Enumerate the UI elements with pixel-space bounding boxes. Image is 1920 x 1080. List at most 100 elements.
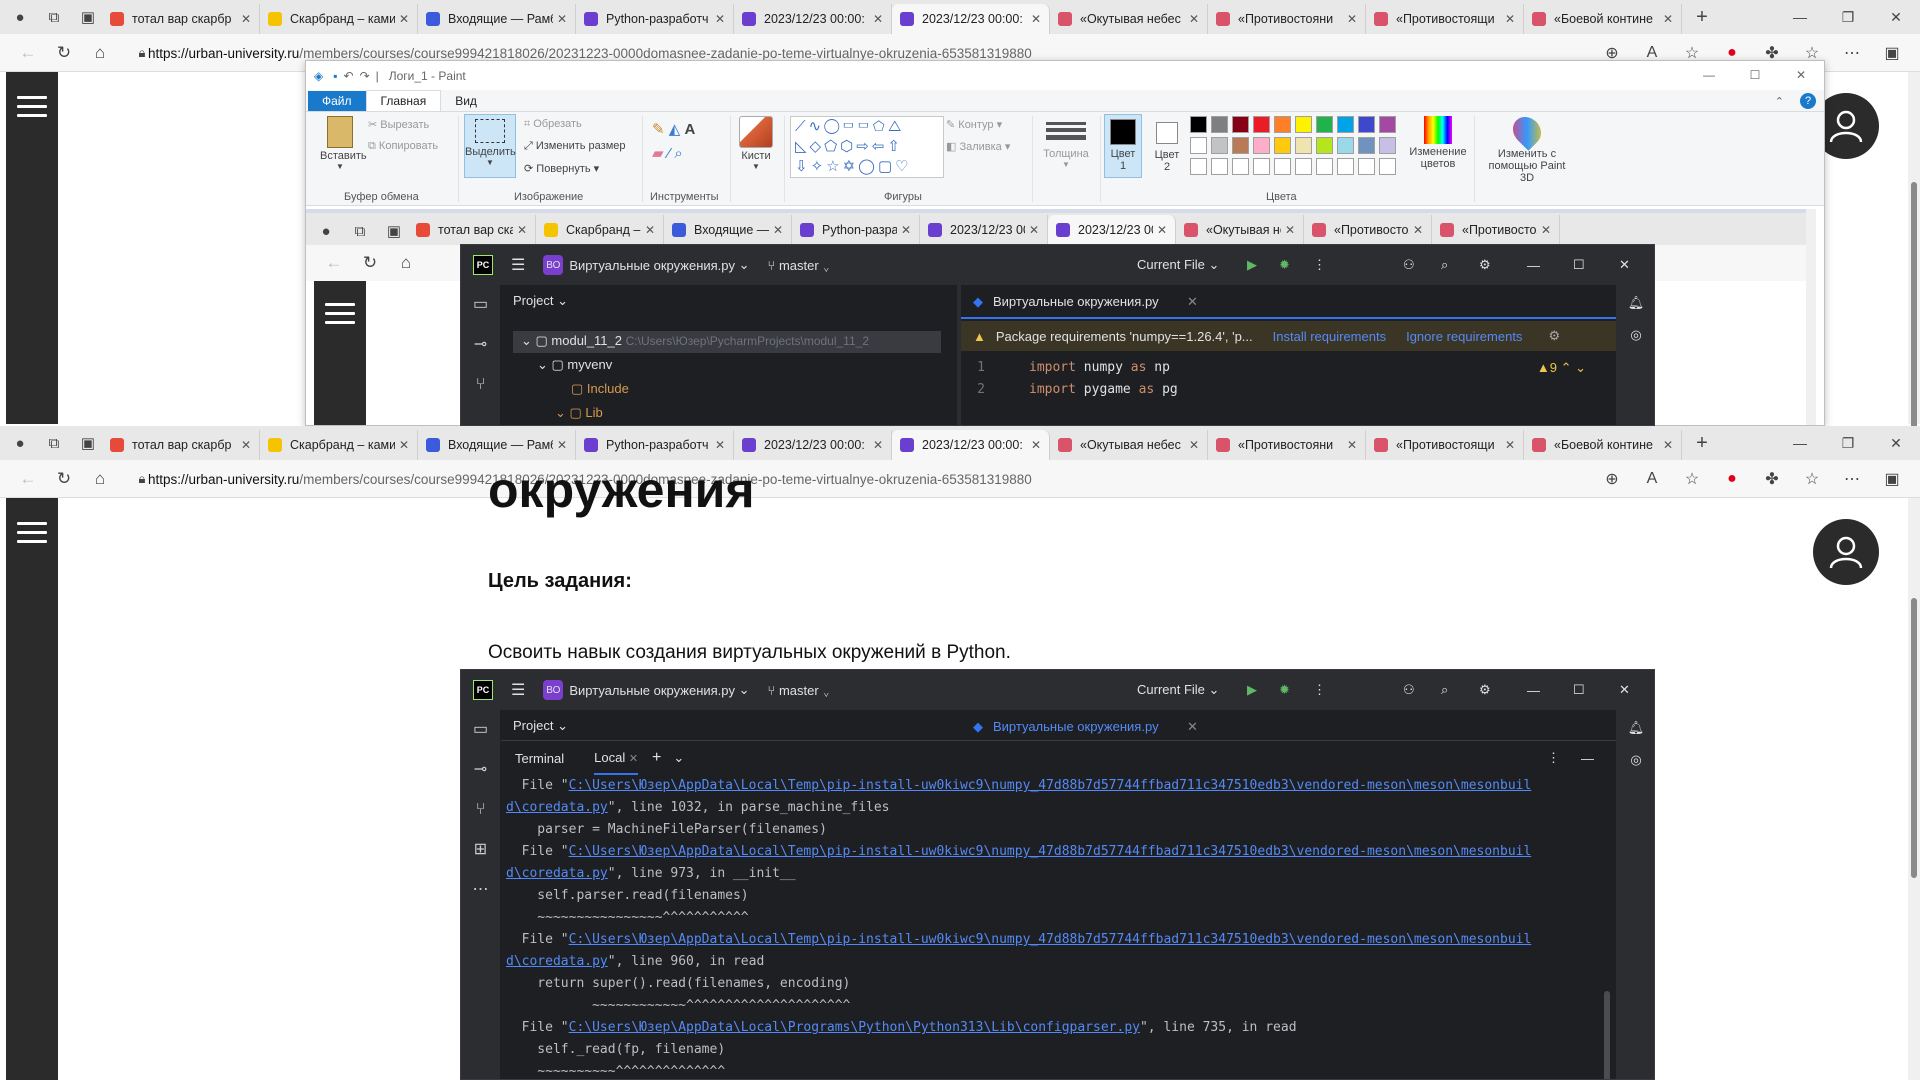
palette-swatch[interactable]	[1379, 137, 1396, 154]
fill-button[interactable]: ◧ Заливка ▾	[946, 140, 1010, 153]
close-tab-icon[interactable]: ✕	[1541, 223, 1551, 237]
browser-tab[interactable]: 2023/12/23 00:00:✕	[734, 430, 892, 460]
close-tab-icon[interactable]: ✕	[1285, 223, 1295, 237]
close-tab-icon[interactable]: ✕	[241, 12, 251, 26]
magnifier-icon[interactable]: ⌕	[674, 145, 682, 162]
project-widget[interactable]: ВО Виртуальные окружения.py ⌄	[543, 255, 750, 275]
fill-icon[interactable]: ◭	[669, 121, 681, 138]
edit-colors-button[interactable]: Изменение цветов	[1406, 116, 1470, 170]
browser-tab[interactable]: «Окутывая небес✕	[1176, 215, 1304, 245]
close-tab-icon[interactable]: ✕	[773, 223, 783, 237]
palette-swatch[interactable]	[1274, 137, 1291, 154]
add-user-icon[interactable]: ⚇	[1403, 257, 1415, 273]
terminal-options-icon[interactable]: ⋮	[1547, 750, 1560, 766]
close-icon[interactable]: ✕	[1872, 0, 1920, 34]
file-link[interactable]: d\coredata.py	[506, 954, 608, 969]
close-tab-icon[interactable]: ✕	[399, 12, 409, 26]
terminal-tab-local[interactable]: Local ✕	[594, 742, 639, 775]
paste-button[interactable]: Вставить ▼	[320, 116, 367, 171]
close-tab-icon[interactable]: ✕	[1029, 223, 1039, 237]
tab-actions-icon[interactable]: ▣	[74, 3, 102, 31]
rotate-button[interactable]: ⟳ Повернуть ▾	[524, 162, 599, 175]
new-terminal-icon[interactable]: +	[652, 749, 661, 767]
close-tab-icon[interactable]: ✕	[517, 223, 527, 237]
outline-button[interactable]: ✎ Контур ▾	[946, 118, 1002, 131]
warnings-counter[interactable]: ▲9 ⌃ ⌄	[1537, 357, 1586, 379]
editor-tab[interactable]: ◆ Виртуальные окружения.py ✕	[961, 285, 1616, 319]
browser-tab[interactable]: тотал вар скарбр✕	[102, 430, 260, 460]
close-tab-icon[interactable]: ✕	[1187, 294, 1198, 310]
collections-icon[interactable]: ⧉	[40, 429, 68, 457]
palette-swatch[interactable]	[1253, 137, 1270, 154]
close-tab-icon[interactable]: ✕	[557, 438, 567, 452]
palette-swatch[interactable]	[1232, 137, 1249, 154]
close-tab-icon[interactable]: ✕	[557, 12, 567, 26]
pull-requests-icon[interactable]: ⑂	[461, 365, 500, 405]
close-tab-icon[interactable]: ✕	[715, 438, 725, 452]
text-icon[interactable]: A	[684, 121, 695, 138]
palette-swatch[interactable]	[1232, 116, 1249, 133]
palette-swatch[interactable]	[1211, 116, 1228, 133]
palette-empty-swatch[interactable]	[1316, 158, 1333, 175]
browser-tab[interactable]: Скарбранд – ками✕	[536, 215, 664, 245]
browser-tab[interactable]: Скарбранд – ками✕	[260, 430, 418, 460]
browser-tab[interactable]: 2023/12/23 00:00:✕	[734, 4, 892, 34]
palette-empty-swatch[interactable]	[1211, 158, 1228, 175]
palette-swatch[interactable]	[1316, 137, 1333, 154]
palette-empty-swatch[interactable]	[1190, 158, 1207, 175]
sidebar-copilot-icon[interactable]: ⋯	[1832, 43, 1872, 63]
menu-icon[interactable]	[17, 522, 47, 544]
sidebar-copilot-icon[interactable]: ⋯	[1832, 469, 1872, 489]
close-tab-icon[interactable]: ✕	[1347, 438, 1357, 452]
close-tab-icon[interactable]: ✕	[715, 12, 725, 26]
terminal-output[interactable]: File "C:\Users\Юзер\AppData\Local\Temp\p…	[501, 775, 1596, 1079]
refresh-icon[interactable]: ↻	[46, 469, 82, 489]
tree-item-include[interactable]: ▢ Include	[571, 381, 629, 397]
more-tools-icon[interactable]: ⋯	[461, 870, 500, 910]
search-icon[interactable]: ⌕	[1441, 257, 1448, 273]
project-tool-icon[interactable]: ▭	[461, 710, 500, 750]
minimize-icon[interactable]: —	[1776, 426, 1824, 460]
run-config-select[interactable]: Current File ⌄	[1137, 682, 1219, 698]
tab-view[interactable]: Вид	[441, 91, 491, 111]
close-tab-icon[interactable]: ✕	[1663, 12, 1673, 26]
brushes-button[interactable]: Кисти ▼	[734, 116, 778, 171]
pull-requests-icon[interactable]: ⑂	[461, 790, 500, 830]
search-icon[interactable]: ⌕	[1441, 682, 1448, 698]
browser-tab[interactable]: Скарбранд – ками✕	[260, 4, 418, 34]
minimize-icon[interactable]: —	[1776, 0, 1824, 34]
browser-tab[interactable]: тотал вар скарбр✕	[102, 4, 260, 34]
browser-tab[interactable]: «Боевой контине ✕	[1524, 430, 1682, 460]
ai-assistant-icon[interactable]: ◎	[1616, 752, 1654, 768]
file-link[interactable]: C:\Users\Юзер\AppData\Local\Temp\pip-ins…	[569, 844, 1532, 859]
file-link[interactable]: d\coredata.py	[506, 800, 608, 815]
palette-swatch[interactable]	[1190, 116, 1207, 133]
close-icon[interactable]: ✕	[1619, 682, 1630, 698]
color1-button[interactable]: Цвет 1	[1104, 114, 1142, 178]
palette-swatch[interactable]	[1253, 116, 1270, 133]
hide-panel-icon[interactable]: —	[1581, 751, 1594, 766]
close-tab-icon[interactable]: ✕	[1505, 438, 1515, 452]
eraser-icon[interactable]: ▰	[652, 145, 664, 162]
close-tab-icon[interactable]: ✕	[1031, 438, 1041, 452]
browser-tab[interactable]: Входящие — Рамб✕	[664, 215, 792, 245]
browser-tab[interactable]: «Противостоящи✕	[1366, 430, 1524, 460]
close-tab-icon[interactable]: ✕	[1189, 12, 1199, 26]
main-menu-icon[interactable]: ☰	[511, 680, 525, 700]
run-icon[interactable]: ▶	[1247, 257, 1257, 273]
extensions-icon[interactable]: ✤	[1752, 469, 1792, 489]
install-requirements-link[interactable]: Install requirements	[1273, 329, 1386, 344]
close-tab-icon[interactable]: ✕	[1157, 223, 1167, 237]
palette-swatch[interactable]	[1379, 116, 1396, 133]
close-tab-icon[interactable]: ✕	[1413, 223, 1423, 237]
close-tab-icon[interactable]: ✕	[645, 223, 655, 237]
shapes-gallery[interactable]: ⟋∿◯▭▭⬠△ ◺◇⬠⬡⇨⇦⇧ ⇩✧☆✡◯▢♡	[790, 116, 944, 178]
cut-button[interactable]: ✂ Вырезать	[368, 118, 429, 131]
browser-tab[interactable]: Python-разработч✕	[576, 430, 734, 460]
project-widget[interactable]: ВО Виртуальные окружения.py ⌄	[543, 680, 750, 700]
redo-icon[interactable]: ↷	[360, 69, 370, 83]
palette-swatch[interactable]	[1211, 137, 1228, 154]
close-tab-icon[interactable]: ✕	[1031, 12, 1041, 26]
terminal-dropdown-icon[interactable]: ⌄	[673, 750, 684, 766]
close-tab-icon[interactable]: ✕	[399, 438, 409, 452]
